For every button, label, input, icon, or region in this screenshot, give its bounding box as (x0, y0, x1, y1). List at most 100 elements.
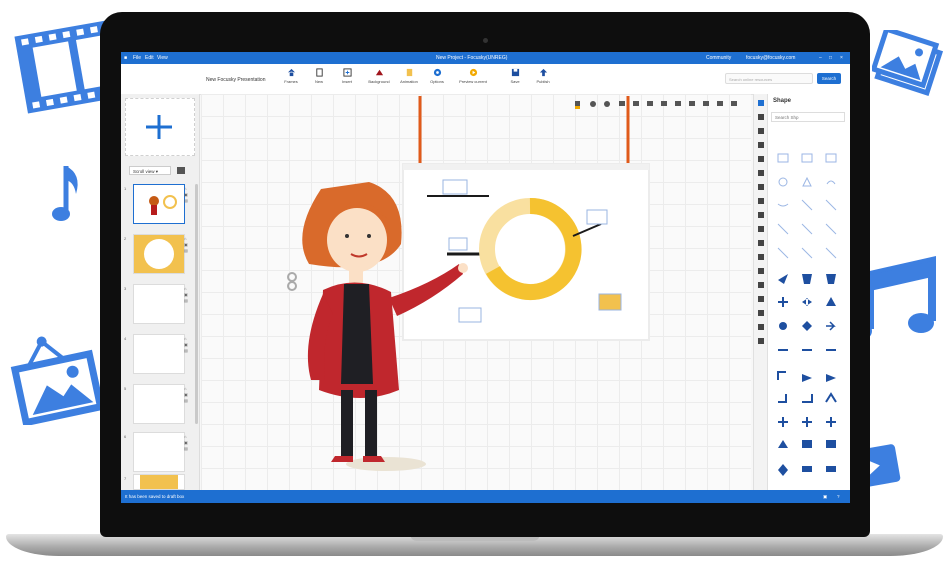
shape-library-grid[interactable] (772, 134, 848, 484)
animation-icon (406, 68, 412, 77)
character-shadow (346, 457, 426, 471)
canvas-toolbar (573, 96, 749, 109)
presentation-scene (287, 96, 650, 471)
frames-label: Frames (284, 79, 298, 84)
fit-icon (619, 101, 625, 106)
options-label: Options (430, 79, 444, 84)
toggle-icon[interactable] (177, 167, 185, 174)
save-button[interactable]: Save (501, 68, 529, 92)
preview-icon (469, 68, 477, 77)
text-box-1 (442, 179, 468, 195)
frames-button[interactable]: Frames (277, 68, 305, 92)
account-link[interactable]: focusky@focusky.com (746, 55, 795, 61)
shape-panel-title: Shape (773, 98, 792, 104)
preview-button[interactable]: Preview current (455, 68, 491, 92)
options-button[interactable]: Options (423, 68, 451, 92)
search-button[interactable]: Search (817, 73, 841, 84)
chat-icon[interactable]: ▣ (823, 494, 827, 500)
publish-button[interactable]: Publish (529, 68, 557, 92)
new-label: New (314, 79, 323, 84)
document-title[interactable]: New Focusky Presentation (206, 77, 265, 83)
slide-number-4: 4 (124, 336, 127, 341)
slide-actions-2[interactable]: ⌂ ▣ ▤ (184, 236, 190, 254)
slide-number-5: 5 (124, 386, 127, 391)
shape-search-input[interactable]: Search Shp (771, 112, 845, 122)
slide-thumbnail-2[interactable] (133, 234, 185, 274)
app-screen: ■ File Edit View New Project - Focusky(U… (121, 52, 850, 503)
text-box-4 (458, 307, 482, 323)
slide-thumbnail-4[interactable] (133, 334, 185, 374)
slide-actions-1[interactable]: ⌂ ▣ ▤ (184, 186, 190, 204)
save-label: Save (510, 79, 520, 84)
slide-actions-6[interactable]: ⌂ ▣ ▤ (184, 434, 190, 452)
path-preview (125, 98, 195, 156)
character-face (327, 208, 387, 272)
menu-edit[interactable]: Edit (145, 55, 154, 61)
slide-actions-4[interactable]: ⌂ ▣ ▤ (184, 336, 190, 354)
slide-panel: Scroll view ▾ 1 ⌂ ▣ ▤ 2 ⌂ ▣ ▤ 3 ⌂ ▣ ▤ 4 ⌂ ▣ ▤ 5 … (121, 94, 200, 490)
shape-tool-icon (758, 100, 764, 106)
animation-label: Animation (400, 79, 418, 84)
shape-panel (767, 94, 850, 490)
preview-label: Preview current (459, 79, 487, 84)
menu-view[interactable]: View (157, 55, 168, 61)
background-button[interactable]: Background (365, 68, 393, 92)
character-leg-left (341, 390, 353, 456)
new-button[interactable]: New (305, 68, 333, 92)
maximize-icon[interactable]: □ (829, 55, 832, 61)
slide-thumbnail-5[interactable] (133, 384, 185, 424)
publish-icon (539, 68, 547, 77)
highlight-box (598, 293, 622, 311)
slide-thumbnail-3[interactable] (133, 284, 185, 324)
community-link[interactable]: Community (706, 55, 731, 61)
app-logo-icon: ■ (124, 55, 128, 61)
slide-actions-3[interactable]: ⌂ ▣ ▤ (184, 286, 190, 304)
insert-button[interactable]: Insert (333, 68, 361, 92)
slide-number-2: 2 (124, 236, 127, 241)
online-search-input[interactable]: Search online resources (725, 73, 813, 84)
status-message: It has been saved to draft box (125, 494, 185, 499)
minimize-icon[interactable]: – (819, 55, 822, 61)
status-bar: It has been saved to draft box ▣ ? (121, 490, 850, 503)
editing-canvas[interactable] (201, 94, 751, 490)
animation-button[interactable]: Animation (395, 68, 423, 92)
slide-thumbnail-6[interactable] (133, 432, 185, 472)
slide-number-1: 1 (124, 186, 127, 191)
add-frame-icon (146, 115, 172, 139)
menu-file[interactable]: File (133, 55, 141, 61)
slide-number-7: 7 (124, 476, 127, 481)
slide-scrollbar[interactable] (195, 184, 198, 424)
main-toolbar: New Focusky Presentation Frames New Inse… (121, 64, 850, 95)
slide-number-3: 3 (124, 286, 127, 291)
slide-thumbnail-7[interactable] (133, 474, 185, 490)
picture-frame-icon (10, 336, 105, 425)
slide-number-6: 6 (124, 434, 127, 439)
window-title: New Project - Focusky(UNREG) (436, 55, 508, 61)
options-icon (433, 68, 441, 77)
character-shirt (341, 284, 373, 384)
link-icon (287, 272, 297, 291)
close-icon[interactable]: × (840, 55, 843, 61)
frames-icon (287, 68, 295, 77)
slide-thumbnail-1[interactable] (133, 184, 185, 224)
zoom-in-icon (590, 101, 596, 107)
laptop-camera (483, 38, 488, 43)
element-tool-strip (753, 94, 768, 490)
zoom-out-icon (604, 101, 610, 107)
background-label: Background (368, 79, 390, 84)
background-icon (375, 69, 383, 76)
view-dropdown[interactable]: Scroll view ▾ (129, 166, 171, 175)
whiteboard (402, 163, 650, 341)
slide-actions-5[interactable]: ⌂ ▣ ▤ (184, 386, 190, 404)
save-icon (511, 68, 519, 77)
character-leg-right (365, 390, 377, 456)
image-gallery-icon (872, 30, 944, 96)
title-bar: ■ File Edit View New Project - Focusky(U… (121, 52, 850, 64)
help-icon[interactable]: ? (837, 494, 840, 499)
text-box-3 (586, 209, 608, 225)
insert-label: Insert (341, 79, 352, 84)
new-file-icon (315, 68, 323, 77)
publish-label: Publish (536, 79, 550, 84)
music-note-icon (52, 166, 78, 221)
insert-icon (342, 68, 352, 77)
